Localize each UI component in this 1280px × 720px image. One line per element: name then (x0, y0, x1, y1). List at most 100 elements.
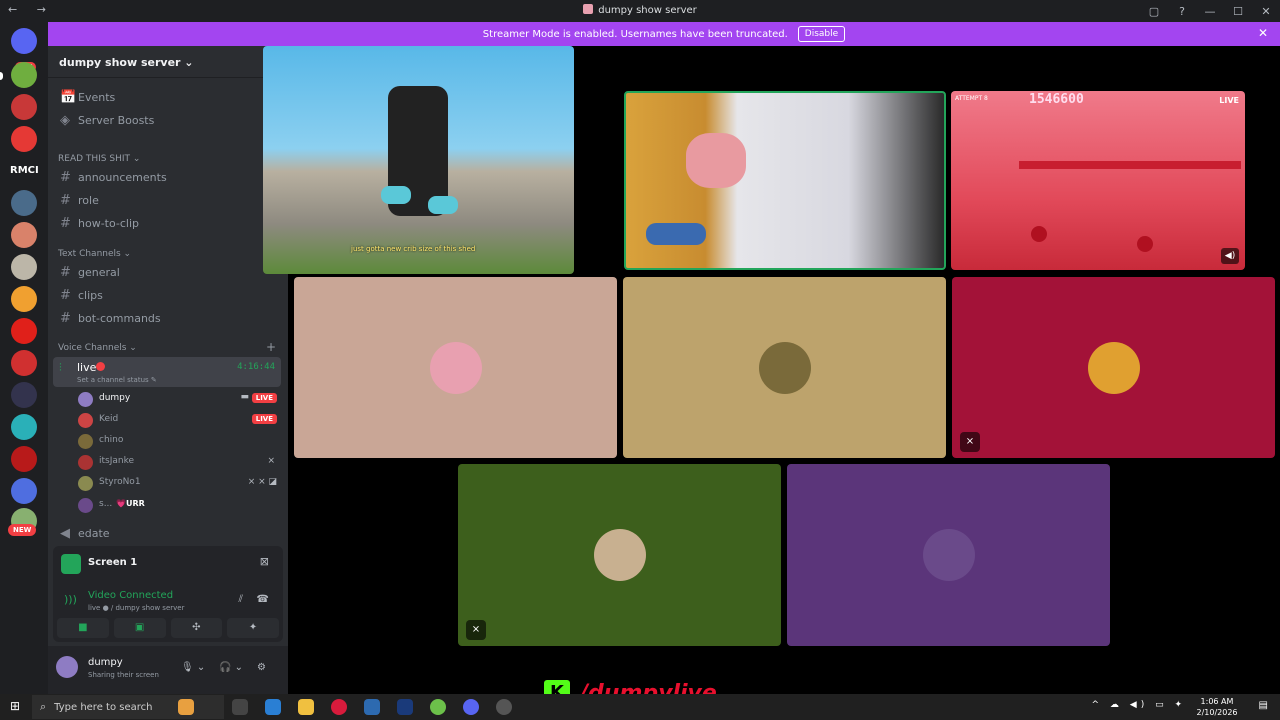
connection-channel[interactable]: live ● / dumpy show server (88, 604, 184, 612)
server-icon-4[interactable] (11, 190, 37, 216)
signal-icon[interactable]: ))) (64, 593, 77, 606)
participant-tile[interactable] (294, 277, 617, 458)
app-icon-v[interactable] (364, 699, 380, 715)
app-icon-green[interactable] (430, 699, 446, 715)
banner-close-icon[interactable]: ✕ (1258, 26, 1268, 40)
activities-button[interactable]: ✣ (170, 618, 223, 638)
headphones-icon[interactable]: 🎧 ⌄ (219, 662, 243, 673)
opera-icon[interactable] (331, 699, 347, 715)
app-icon-1[interactable] (265, 699, 281, 715)
clock-time: 1:06 AM (1200, 697, 1234, 706)
stream-tile-camera[interactable] (624, 91, 946, 270)
server-icon-5[interactable] (11, 222, 37, 248)
help-icon[interactable]: ? (1168, 5, 1196, 18)
volume-icon[interactable]: ◀) (1221, 248, 1239, 264)
soundboard-button[interactable]: ✦ (227, 618, 279, 638)
stop-share-icon[interactable]: ⊠ (260, 555, 269, 568)
channel-announcements[interactable]: # announcements (53, 167, 281, 187)
channel-clips[interactable]: # clips (53, 285, 281, 305)
microphone-icon[interactable]: 🎙 ⌄ (181, 662, 205, 673)
avatar[interactable] (56, 656, 78, 678)
server-icon-13[interactable] (11, 478, 37, 504)
streamer-mode-banner: Streamer Mode is enabled. Usernames have… (48, 22, 1280, 46)
server-icon-9[interactable] (11, 350, 37, 376)
photoshop-icon[interactable] (397, 699, 413, 715)
hash-icon: # (60, 169, 71, 185)
voice-user[interactable]: StyroNo1 ⨯ ⨯ ◪ (76, 474, 281, 493)
hash-icon: # (60, 192, 71, 208)
server-icon-6[interactable] (11, 254, 37, 280)
voice-channel-edate[interactable]: ◀ edate (53, 523, 281, 543)
cartoon-dog (686, 133, 746, 188)
server-icon-11[interactable] (11, 414, 37, 440)
stream-tile-photo[interactable]: just gotta new crib size of this shed (263, 46, 574, 274)
start-button[interactable]: ⊞ (10, 699, 20, 713)
category-text[interactable]: Text Channels ⌄ (58, 249, 131, 259)
server-icon-8[interactable] (11, 318, 37, 344)
stream-tile-game[interactable]: ATTEMPT 8 1546600 LIVE ◀) (951, 91, 1245, 270)
server-header[interactable]: dumpy show server ⌄ (48, 46, 288, 78)
disconnect-icon[interactable]: ☎ (257, 594, 269, 605)
server-icon-3[interactable] (11, 126, 37, 152)
video-caption: just gotta new crib size of this shed (351, 245, 476, 253)
voice-icon: ⫶ (59, 361, 62, 374)
voice-user[interactable]: s... 💗URR (76, 496, 281, 515)
settings-gear-icon[interactable]: ⚙ (257, 662, 266, 673)
camera-button[interactable]: ■ (57, 618, 109, 638)
voice-user-name: Keid (99, 414, 119, 424)
voice-user[interactable]: Keid LIVE (76, 411, 281, 430)
disable-button[interactable]: Disable (797, 26, 846, 42)
shoe (381, 186, 411, 204)
participant-tile[interactable]: ⨯ (952, 277, 1275, 458)
close-window-button[interactable]: ✕ (1252, 5, 1280, 18)
pizza-search-highlight[interactable] (178, 699, 194, 715)
taskbar-search[interactable]: ⌕ Type here to search (32, 695, 224, 719)
noise-suppression-icon[interactable]: ⫽ (239, 594, 243, 605)
clock[interactable]: 1:06 AM 2/10/2026 (1192, 696, 1242, 718)
category-voice[interactable]: Voice Channels ⌄ (58, 343, 137, 353)
obs-icon[interactable] (496, 699, 512, 715)
participant-tile[interactable] (623, 277, 946, 458)
voice-user[interactable]: itsJanke ⨯ (76, 453, 281, 472)
channel-label: role (78, 193, 99, 207)
channel-bot-commands[interactable]: # bot-commands (53, 308, 281, 328)
server-icon-7[interactable] (11, 286, 37, 312)
server-boosts-item[interactable]: ◈ Server Boosts (53, 110, 281, 130)
clock-date: 2/10/2026 (1196, 708, 1238, 717)
file-explorer-icon[interactable] (298, 699, 314, 715)
server-text-icon[interactable]: RMCI (10, 165, 39, 176)
minimize-button[interactable]: — (1196, 5, 1224, 18)
notification-icon[interactable]: ▤ (1259, 700, 1268, 711)
voice-user[interactable]: chino (76, 432, 281, 451)
inbox-icon[interactable]: ▢ (1140, 5, 1168, 18)
voice-user-name: chino (99, 435, 124, 445)
maximize-button[interactable]: ☐ (1224, 5, 1252, 18)
saw-hazard (1137, 236, 1153, 252)
voice-user[interactable]: dumpy ▬ LIVE (76, 390, 281, 409)
category-read[interactable]: READ THIS SHIT ⌄ (58, 154, 140, 164)
channel-role[interactable]: # role (53, 190, 281, 210)
participant-tile[interactable]: ⨯ (458, 464, 781, 646)
add-channel-icon[interactable]: + (266, 340, 276, 354)
participant-tile[interactable] (787, 464, 1110, 646)
channel-how-to-clip[interactable]: # how-to-clip (53, 213, 281, 233)
system-tray-icons[interactable]: ^ ☁ ◀) ▭ ✦ (1092, 700, 1186, 710)
task-view-icon[interactable] (232, 699, 248, 715)
channel-general[interactable]: # general (53, 262, 281, 282)
share-screen-button[interactable]: ▣ (113, 618, 166, 638)
home-button[interactable] (11, 28, 37, 54)
server-icon-2[interactable] (11, 94, 37, 120)
hash-icon: # (60, 215, 71, 231)
channel-status[interactable]: Set a channel status ✎ (77, 376, 157, 384)
current-user-name[interactable]: dumpy (88, 657, 123, 668)
new-badge: NEW (8, 524, 37, 536)
events-item[interactable]: 📅 Events (53, 87, 281, 107)
server-icon-10[interactable] (11, 382, 37, 408)
hash-icon: # (60, 264, 71, 280)
voice-channel-live[interactable]: ⫶ live 4:16:44 Set a channel status ✎ (53, 357, 281, 387)
muted-icon: ⨯ (960, 432, 980, 452)
server-icon-12[interactable] (11, 446, 37, 472)
boost-icon: ◈ (60, 112, 70, 128)
server-icon-1[interactable] (11, 62, 37, 88)
discord-icon[interactable] (463, 699, 479, 715)
